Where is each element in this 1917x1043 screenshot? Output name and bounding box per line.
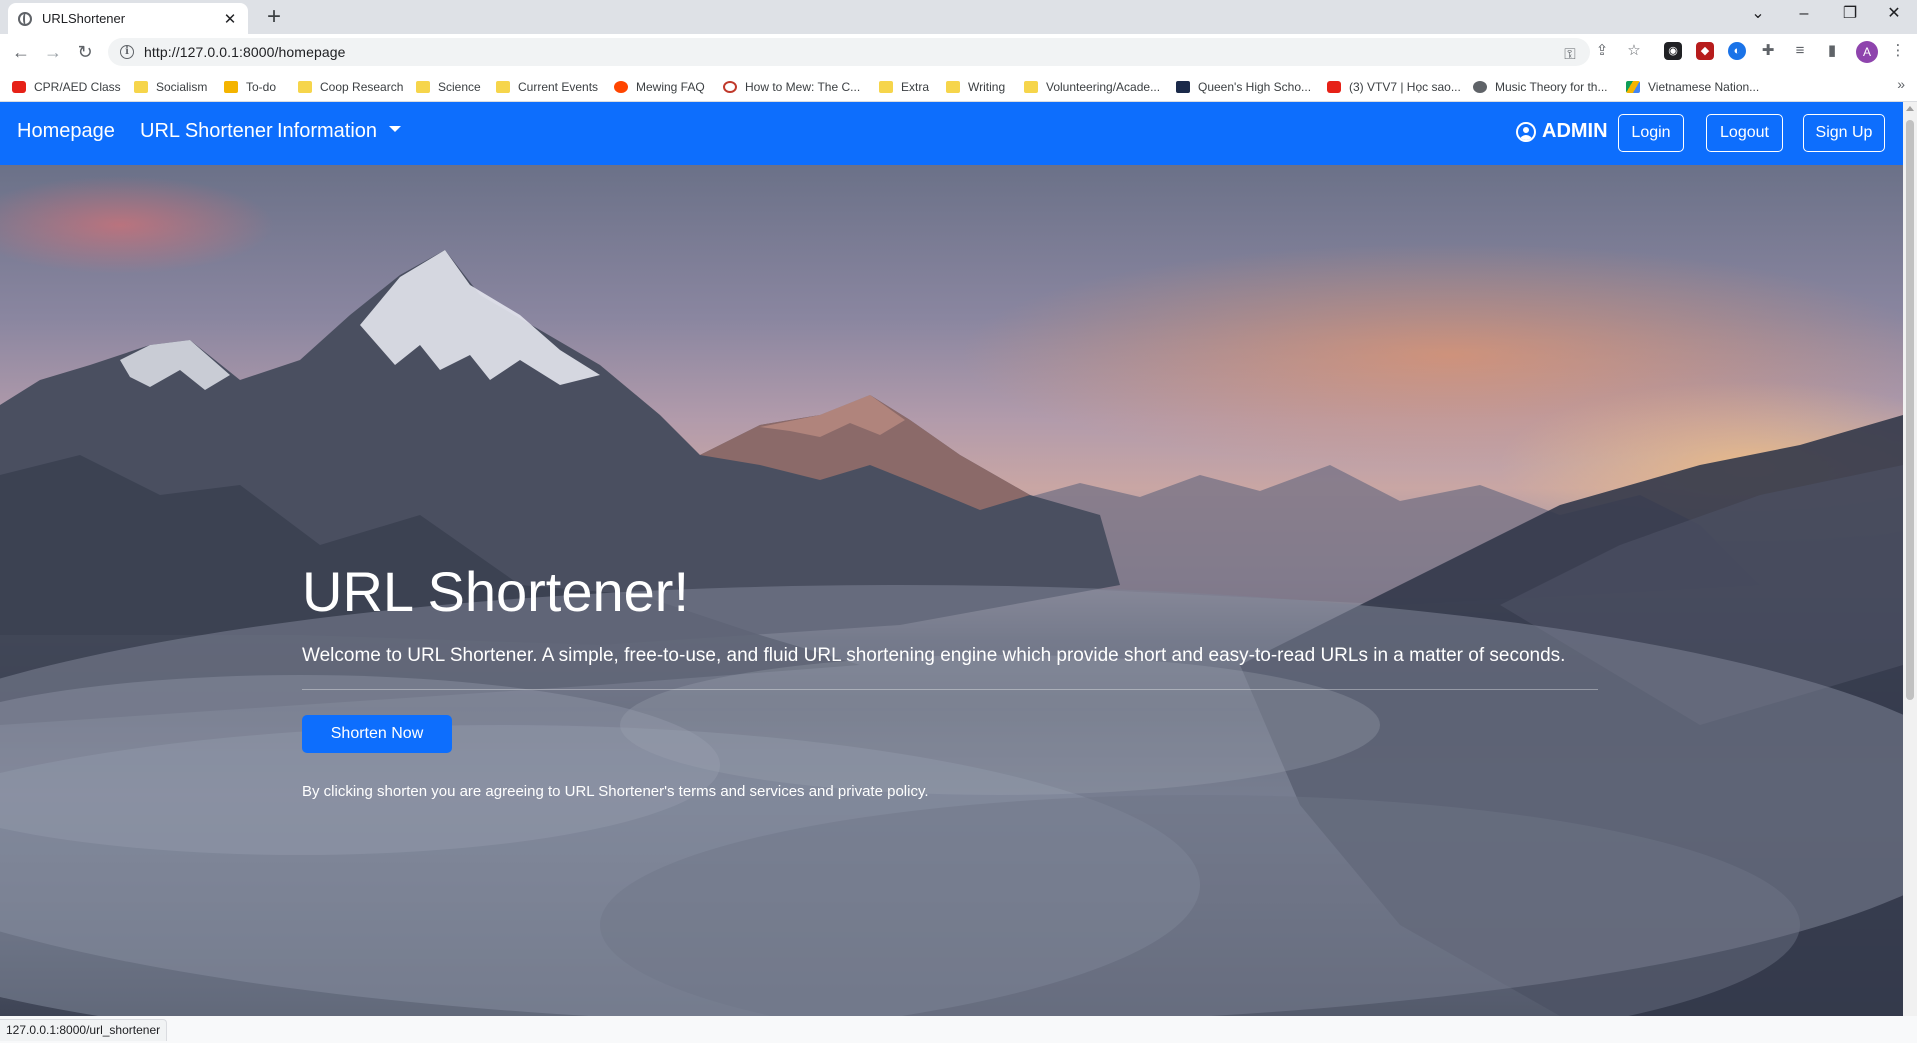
hero-content: URL Shortener! Welcome to URL Shortener.… <box>302 559 1598 800</box>
globe-icon <box>18 11 32 26</box>
folder-icon <box>946 81 960 93</box>
bookmark-item[interactable]: Music Theory for th... <box>1473 78 1607 96</box>
drive-icon <box>1626 81 1640 93</box>
hero-title: URL Shortener! <box>302 560 689 623</box>
close-tab-icon[interactable]: ✕ <box>222 10 238 28</box>
address-url[interactable]: http://127.0.0.1:8000/homepage <box>144 44 346 60</box>
reload-icon[interactable]: ↻ <box>73 40 97 64</box>
extension-icon[interactable]: ◉ <box>1664 42 1682 60</box>
site-info-icon[interactable]: i <box>120 45 134 59</box>
bookmarks-bar: CPR/AED Class Socialism To-do Coop Resea… <box>0 70 1917 102</box>
bookmark-item[interactable]: Coop Research <box>298 78 403 96</box>
web-page: Homepage URL Shortener Information ADMIN… <box>0 102 1903 1016</box>
window-bottom <box>0 1016 1917 1043</box>
bookmark-item[interactable]: (3) VTV7 | Học sao... <box>1327 78 1461 96</box>
scroll-thumb[interactable] <box>1906 120 1914 700</box>
ublock-icon[interactable]: ◆ <box>1696 42 1714 60</box>
menu-kebab-icon[interactable]: ⋮ <box>1888 41 1908 61</box>
logout-button[interactable]: Logout <box>1706 114 1783 152</box>
bookmark-item[interactable]: Extra <box>879 78 929 96</box>
caret-down-icon <box>389 125 402 132</box>
scroll-up-arrow-icon[interactable] <box>1906 106 1914 111</box>
bookmark-item[interactable]: Socialism <box>134 78 207 96</box>
key-icon[interactable]: ⚿ <box>1560 45 1580 65</box>
user-badge: ADMIN <box>1516 120 1608 143</box>
nav-information-dropdown[interactable]: Information <box>277 120 402 143</box>
school-icon <box>1176 81 1190 93</box>
hero-divider <box>302 689 1598 690</box>
signup-button[interactable]: Sign Up <box>1803 114 1885 152</box>
bookmark-item[interactable]: Queen's High Scho... <box>1176 78 1311 96</box>
terms-text: By clicking shorten you are agreeing to … <box>302 783 929 800</box>
shorten-now-button[interactable]: Shorten Now <box>302 715 452 753</box>
site-icon <box>723 81 737 93</box>
bookmark-item[interactable]: How to Mew: The C... <box>723 78 860 96</box>
classroom-icon <box>224 81 238 93</box>
bookmark-item[interactable]: Current Events <box>496 78 598 96</box>
new-tab-button[interactable]: + <box>260 4 288 32</box>
login-button[interactable]: Login <box>1618 114 1684 152</box>
nav-homepage-link[interactable]: Homepage <box>17 120 115 143</box>
reddit-icon <box>614 81 628 93</box>
folder-icon <box>1024 81 1038 93</box>
bookmark-item[interactable]: Mewing FAQ <box>614 78 705 96</box>
close-window-button[interactable]: ✕ <box>1871 0 1917 30</box>
user-circle-icon <box>1516 121 1536 142</box>
site-navbar: Homepage URL Shortener Information ADMIN… <box>0 102 1903 165</box>
side-panel-icon[interactable]: ▮ <box>1822 41 1842 61</box>
page-scrollbar[interactable] <box>1903 102 1917 1016</box>
bookmark-item[interactable]: Vietnamese Nation... <box>1626 78 1759 96</box>
browser-tab-strip: URLShortener ✕ + ⌄ – ❐ ✕ <box>0 0 1917 34</box>
translate-icon[interactable]: ◐ <box>1728 42 1746 60</box>
share-icon[interactable]: ⇪ <box>1592 41 1612 61</box>
bookmark-item[interactable]: CPR/AED Class <box>12 78 121 96</box>
folder-icon <box>416 81 430 93</box>
more-bookmarks-icon[interactable]: » <box>1897 76 1905 92</box>
bookmark-item[interactable]: Writing <box>946 78 1005 96</box>
folder-icon <box>496 81 510 93</box>
youtube-icon <box>12 81 26 93</box>
folder-icon <box>298 81 312 93</box>
back-arrow-icon[interactable]: ← <box>9 40 33 64</box>
bookmark-item[interactable]: Volunteering/Acade... <box>1024 78 1160 96</box>
nav-url-shortener-link[interactable]: URL Shortener <box>140 120 273 143</box>
bookmark-star-icon[interactable]: ☆ <box>1624 41 1644 61</box>
globe-icon <box>1473 81 1487 93</box>
folder-icon <box>134 81 148 93</box>
hero-section: URL Shortener! Welcome to URL Shortener.… <box>0 165 1903 1016</box>
hero-lead-text: Welcome to URL Shortener. A simple, free… <box>302 645 1566 666</box>
bookmark-item[interactable]: Science <box>416 78 481 96</box>
puzzle-extensions-icon[interactable]: ✚ <box>1758 41 1778 61</box>
profile-avatar[interactable]: A <box>1856 41 1878 63</box>
reading-list-icon[interactable]: ≡ <box>1790 41 1810 61</box>
youtube-icon <box>1327 81 1341 93</box>
link-status-bubble: 127.0.0.1:8000/url_shortener <box>0 1019 168 1041</box>
address-bar[interactable]: i http://127.0.0.1:8000/homepage ⚿ <box>108 38 1590 66</box>
restore-button[interactable]: ❐ <box>1827 0 1873 30</box>
bookmark-item[interactable]: To-do <box>224 78 276 96</box>
tab-title: URLShortener <box>42 11 126 26</box>
forward-arrow-icon[interactable]: → <box>41 40 65 64</box>
browser-toolbar: ← → ↻ i http://127.0.0.1:8000/homepage ⚿… <box>0 34 1917 70</box>
minimize-button[interactable]: – <box>1781 0 1827 30</box>
folder-icon <box>879 81 893 93</box>
tab-search-icon[interactable]: ⌄ <box>1735 0 1781 30</box>
browser-tab[interactable]: URLShortener ✕ <box>8 3 248 34</box>
